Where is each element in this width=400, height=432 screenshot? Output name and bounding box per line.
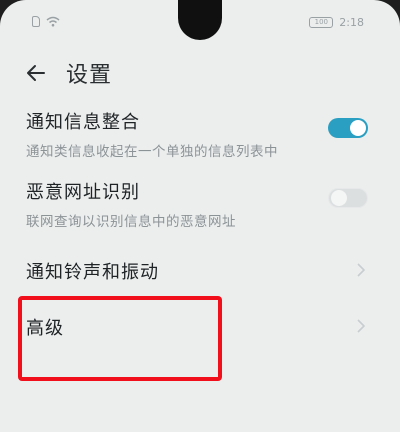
battery-icon: 100 xyxy=(309,17,334,28)
setting-notification-merge[interactable]: 通知信息整合 通知类信息收起在一个单独的信息列表中 xyxy=(26,108,372,160)
wifi-icon xyxy=(46,16,60,27)
setting-subtitle: 联网查询以识别信息中的恶意网址 xyxy=(26,214,236,230)
page-title: 设置 xyxy=(66,63,113,88)
clock: 2:18 xyxy=(339,16,364,29)
setting-subtitle: 通知类信息收起在一个单独的信息列表中 xyxy=(26,144,278,160)
toggle-knob xyxy=(350,120,366,136)
app-header: 设置 xyxy=(24,56,112,90)
malicious-url-toggle[interactable] xyxy=(328,188,368,208)
toggle-knob xyxy=(331,190,347,206)
red-highlight-box xyxy=(18,296,222,381)
setting-ringtone-vibration[interactable]: 通知铃声和振动 xyxy=(26,258,372,284)
phone-screen: 100 2:18 设置 通知信息整合 通知类信息收起在一个单独的信息列表中 恶意… xyxy=(0,0,400,432)
sim-icon xyxy=(32,16,40,27)
setting-malicious-url[interactable]: 恶意网址识别 联网查询以识别信息中的恶意网址 xyxy=(26,178,372,230)
status-bar: 100 2:18 xyxy=(32,16,364,34)
setting-title: 通知信息整合 xyxy=(26,112,140,133)
notification-merge-toggle[interactable] xyxy=(328,118,368,138)
setting-title: 恶意网址识别 xyxy=(26,182,140,203)
setting-title: 通知铃声和振动 xyxy=(26,262,159,283)
chevron-icon xyxy=(357,263,366,277)
chevron-icon xyxy=(357,319,366,333)
back-icon[interactable] xyxy=(24,61,48,85)
